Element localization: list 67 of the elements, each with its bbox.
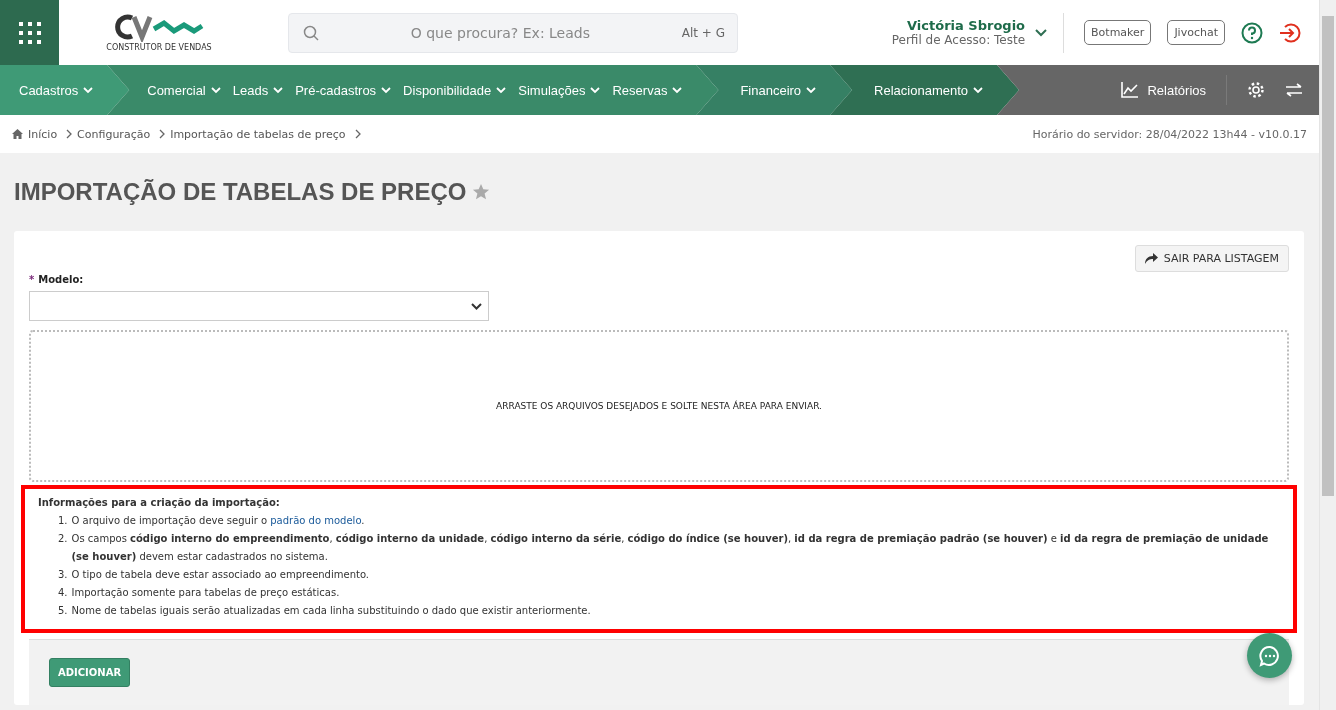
info-text: Nome de tabelas iguais serão atualizadas em cada linha substituindo o dado que existir anteriormente. [71, 604, 591, 618]
logo-icon [114, 13, 204, 42]
chevron-down-icon [973, 86, 984, 94]
line-chart-icon [1121, 82, 1140, 98]
field-label: Modelo: [38, 274, 84, 285]
exit-to-list-button[interactable]: SAIR PARA LISTAGEM [1134, 245, 1289, 272]
list-number: 2. [58, 532, 68, 546]
file-dropzone[interactable]: ARRASTE OS ARQUIVOS DESEJADOS E SOLTE NESTA ÁREA PARA ENVIAR. [29, 330, 1289, 482]
info-text: Importação somente para tabelas de preço estáticas. [71, 586, 340, 600]
chevron-right-icon [66, 129, 73, 139]
info-text: O tipo de tabela deve estar associado ao empreendimento. [71, 568, 370, 582]
nav-menu-link[interactable]: Disponibilidade [403, 82, 507, 98]
list-number: 5. [58, 604, 68, 618]
chevron-down-icon [496, 86, 507, 94]
nav-menu-link[interactable]: Cadastros [19, 82, 94, 98]
home-icon [12, 129, 23, 139]
nav-menu-link[interactable]: Leads [232, 82, 284, 98]
user-profile: Perfil de Acesso: Teste [891, 33, 1026, 47]
logo-caption: CONSTRUTOR DE VENDAS [106, 42, 212, 52]
server-time: Horário do servidor: 28/04/2022 13h44 - v10.0.17 [1032, 127, 1307, 141]
nav-menu-link[interactable]: Pré-cadastros [295, 82, 392, 98]
chevron-down-icon [672, 86, 683, 94]
chat-service-button[interactable]: Jivochat [1167, 20, 1225, 45]
chevron-down-icon [83, 86, 94, 94]
chevron-down-icon [210, 86, 221, 94]
share-arrow-icon [1144, 253, 1158, 264]
apps-menu-button[interactable] [0, 0, 59, 65]
chat-service-button[interactable]: Botmaker [1084, 20, 1152, 45]
page-title: IMPORTAÇÃO DE TABELAS DE PREÇO [14, 178, 467, 206]
chat-bubble-icon [1258, 644, 1281, 667]
chevron-down-icon[interactable] [1035, 28, 1048, 37]
settings-icon[interactable] [1247, 81, 1265, 99]
info-text: Os campos código interno do empreendimento, código interno da unidade, código interno da série, código do índice (se houver), id da regra de premiação padrão (se houver) e id da regra de premiação de unidade (se houver) devem estar cadastrados no sistema. [71, 532, 1270, 564]
nav-menu-link[interactable]: Comercial [147, 82, 221, 98]
reports-link[interactable]: Relatórios [1121, 82, 1206, 98]
search-field[interactable]: O que procura? Ex: Leads Alt + G [288, 12, 738, 53]
nav-menu-link[interactable]: Simulações [518, 82, 601, 98]
list-number: 4. [58, 586, 68, 600]
logout-icon[interactable] [1279, 21, 1301, 44]
chevron-right-icon [354, 129, 361, 139]
add-button[interactable]: ADICIONAR [49, 658, 131, 687]
search-icon [303, 24, 319, 41]
chevron-down-icon [273, 86, 284, 94]
chevron-down-icon [806, 86, 817, 94]
grid-icon [17, 20, 42, 45]
required-mark: * [29, 274, 35, 285]
breadcrumb-link[interactable]: Importação de tabelas de preço [170, 127, 346, 141]
shortcut-hint: Alt + G [681, 25, 725, 40]
user-name: Victória Sbrogio [907, 18, 1026, 33]
chevron-down-icon [381, 86, 392, 94]
star-icon[interactable] [472, 183, 491, 201]
scrollbar[interactable] [1319, 0, 1336, 710]
nav-menu-link[interactable]: Relacionamento [874, 82, 984, 98]
breadcrumb-link[interactable]: Configuração [77, 127, 151, 141]
info-text: O arquivo de importação deve seguir o padrão do modelo. [71, 514, 365, 528]
search-input[interactable]: O que procura? Ex: Leads [327, 23, 674, 42]
swap-icon[interactable] [1285, 83, 1303, 97]
nav-menu-link[interactable]: Reservas [612, 82, 683, 98]
list-number: 1. [58, 514, 68, 528]
breadcrumb-link[interactable]: Início [28, 127, 58, 141]
chevron-right-icon [159, 129, 166, 139]
help-icon[interactable] [1241, 21, 1263, 44]
list-number: 3. [58, 568, 68, 582]
chevron-down-icon [590, 86, 601, 94]
info-title: Informações para a criação da importação: [38, 497, 281, 508]
nav-menu-link[interactable]: Financeiro [740, 82, 817, 98]
chevron-down-icon [471, 302, 482, 310]
